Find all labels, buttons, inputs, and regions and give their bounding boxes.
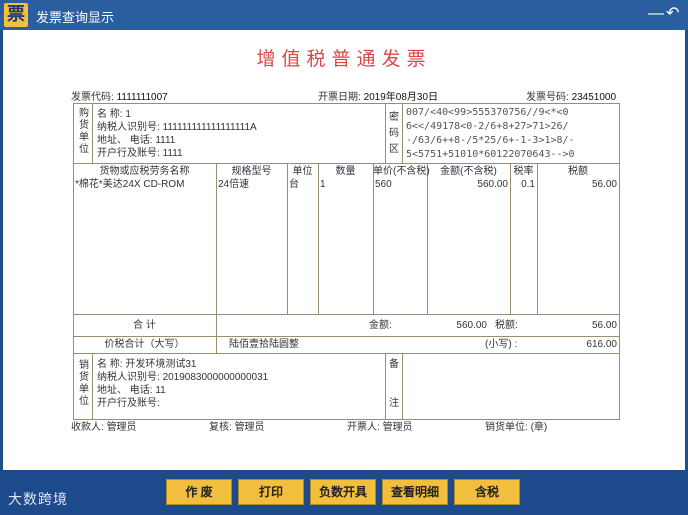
drawer: 开票人: 管理员 <box>347 422 413 433</box>
item-unit: 台 <box>289 179 299 190</box>
col-header-price: 单价(不含税) <box>373 166 430 177</box>
total-capital-value: 陆佰壹拾陆圆整 <box>229 339 299 350</box>
invoice-paper: 增值税普通发票 发票代码: 1111111007 开票日期: 2019年08月3… <box>3 30 685 470</box>
minimize-button[interactable]: — <box>648 5 664 23</box>
buyer-taxid: 纳税人识别号: 111111111111111111A <box>97 122 257 133</box>
total-amount: 560.00 <box>456 320 487 331</box>
remark-label: 注 <box>389 398 399 409</box>
col-header-rate: 税率 <box>513 166 534 177</box>
item-price: 560 <box>375 179 392 190</box>
total-label: 合 计 <box>133 320 156 331</box>
seller-bank: 开户行及账号: <box>97 398 160 409</box>
item-qty: 1 <box>320 179 326 190</box>
back-button[interactable]: ↶ <box>666 5 679 23</box>
invoice-date: 开票日期: 2019年08月30日 <box>318 92 439 103</box>
invoice-logo-icon: 票 <box>4 3 28 27</box>
item-tax: 56.00 <box>591 179 617 190</box>
invoice-code: 发票代码: 1111111007 <box>71 92 168 103</box>
seller-address: 地址、 电话: 11 <box>97 385 166 396</box>
cipher-line: 5<5751+51010*60122070643-->0 <box>406 149 575 160</box>
buyer-side-label: 购货单位 <box>79 108 89 155</box>
cipher-line: 6<</49178<0-2/6+8+27>71>26/ <box>406 121 569 132</box>
invoice-number: 发票号码: 23451000 <box>526 92 617 103</box>
cipher-line: -/63/6++8-/5*25/6+-1-3>1>8/- <box>406 135 575 146</box>
total-capital-label: 价税合计（大写） <box>104 339 185 350</box>
seller-side-label: 销货单位 <box>79 360 89 407</box>
print-button[interactable]: 打印 <box>238 479 304 505</box>
buyer-bank: 开户行及账号: 1111 <box>97 148 183 159</box>
col-header-qty: 数量 <box>335 166 356 177</box>
title-bar: 票 发票查询显示 — ↶ <box>0 0 688 30</box>
reviewer: 复核: 管理员 <box>209 422 265 433</box>
buyer-address: 地址、 电话: 1111 <box>97 135 176 146</box>
void-button[interactable]: 作 废 <box>166 479 232 505</box>
total-amount-label: 金额: <box>369 320 392 331</box>
payee: 收款人: 管理员 <box>71 422 137 433</box>
item-rate: 0.1 <box>521 179 535 190</box>
item-name: *棉花*美达24X CD-ROM <box>75 179 185 190</box>
total-tax: 56.00 <box>591 320 617 331</box>
negative-invoice-button[interactable]: 负数开具 <box>310 479 376 505</box>
col-header-name: 货物或应税劳务名称 <box>99 166 190 177</box>
col-header-spec: 规格型号 <box>231 166 272 177</box>
cipher-side-label: 密码区 <box>389 112 399 155</box>
total-small-label: (小写) : <box>485 339 518 350</box>
seller-name: 名 称: 开发环境测试31 <box>97 359 197 370</box>
tax-inclusive-button[interactable]: 含税 <box>454 479 520 505</box>
seller-stamp: 销货单位: (章) <box>485 422 548 433</box>
col-header-unit: 单位 <box>292 166 313 177</box>
col-header-amount: 金额(不含税) <box>440 166 497 177</box>
buyer-name: 名 称: 1 <box>97 109 131 120</box>
item-spec: 24倍速 <box>218 179 250 190</box>
remark-label: 备 <box>389 359 399 370</box>
cipher-line: 007/<40<99>555370756//9<*<0 <box>406 107 569 118</box>
total-tax-label: 税额: <box>495 320 518 331</box>
col-header-tax: 税额 <box>568 166 588 177</box>
total-small-value: 616.00 <box>586 339 617 350</box>
seller-taxid: 纳税人识别号: 2019083000000000031 <box>97 372 269 383</box>
footer-bar: 大数跨境 作 废 打印 负数开具 查看明细 含税 <box>0 470 688 515</box>
item-amount: 560.00 <box>477 179 508 190</box>
brand-logo: 大数跨境 <box>8 491 68 507</box>
invoice-title: 增值税普通发票 <box>256 48 432 70</box>
window-title: 发票查询显示 <box>36 10 115 25</box>
view-details-button[interactable]: 查看明细 <box>382 479 448 505</box>
